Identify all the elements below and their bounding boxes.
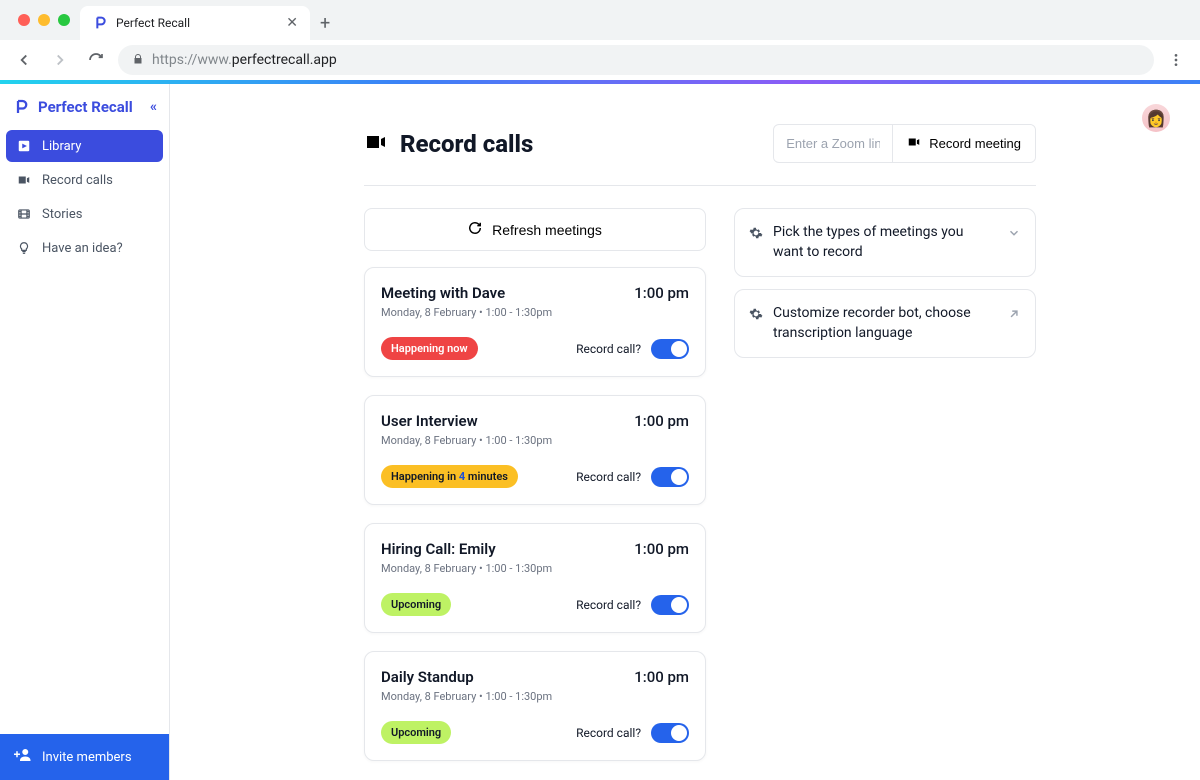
camera-icon — [16, 172, 32, 188]
page-title: Record calls — [400, 130, 533, 158]
status-badge: Happening in 4 minutes — [381, 465, 518, 488]
meeting-title: Meeting with Dave — [381, 284, 552, 302]
new-tab-button[interactable]: + — [310, 6, 340, 40]
invite-members-button[interactable]: Invite members — [0, 734, 169, 780]
page-title-wrap: Record calls — [364, 130, 533, 158]
meeting-time: 1:00 pm — [634, 284, 689, 302]
sidebar-item-label: Have an idea? — [42, 241, 123, 256]
status-badge: Upcoming — [381, 721, 451, 744]
back-button[interactable] — [10, 46, 38, 74]
window-controls — [8, 0, 80, 40]
tab-bar: Perfect Recall ✕ + — [0, 0, 1200, 40]
sidebar-item-library[interactable]: Library — [6, 130, 163, 162]
meeting-card: Meeting with Dave Monday, 8 February • 1… — [364, 267, 706, 377]
record-toggle[interactable] — [651, 723, 689, 743]
collapse-sidebar-icon[interactable]: « — [150, 99, 157, 115]
brand-name: Perfect Recall — [38, 98, 133, 116]
meeting-subtitle: Monday, 8 February • 1:00 - 1:30pm — [381, 562, 552, 575]
gear-icon — [749, 225, 763, 244]
brand-logo[interactable]: Perfect Recall — [12, 98, 133, 116]
refresh-meetings-button[interactable]: Refresh meetings — [364, 208, 706, 251]
record-meeting-label: Record meeting — [929, 136, 1021, 151]
meeting-card: Daily Standup Monday, 8 February • 1:00 … — [364, 651, 706, 761]
settings-meeting-types[interactable]: Pick the types of meetings you want to r… — [734, 208, 1036, 277]
sidebar-item-label: Stories — [42, 207, 82, 222]
page-header: Record calls Record meeting — [364, 124, 1036, 186]
meeting-time: 1:00 pm — [634, 668, 689, 686]
sidebar-item-record-calls[interactable]: Record calls — [6, 164, 163, 196]
favicon-icon — [92, 15, 108, 31]
forward-button[interactable] — [46, 46, 74, 74]
meeting-title: User Interview — [381, 412, 552, 430]
meeting-card: Hiring Call: Emily Monday, 8 February • … — [364, 523, 706, 633]
lightbulb-icon — [16, 240, 32, 256]
settings-column: Pick the types of meetings you want to r… — [734, 208, 1036, 358]
sidebar-item-idea[interactable]: Have an idea? — [6, 232, 163, 264]
meeting-title: Hiring Call: Emily — [381, 540, 552, 558]
refresh-icon — [468, 221, 482, 238]
gear-icon — [749, 306, 763, 325]
tab-title: Perfect Recall — [116, 16, 278, 30]
meeting-subtitle: Monday, 8 February • 1:00 - 1:30pm — [381, 434, 552, 447]
status-badge: Happening now — [381, 337, 478, 360]
user-avatar[interactable]: 👩 — [1142, 104, 1170, 132]
main-content: 👩 Record calls Record meeting — [170, 84, 1200, 780]
meeting-subtitle: Monday, 8 February • 1:00 - 1:30pm — [381, 690, 552, 703]
meeting-card: User Interview Monday, 8 February • 1:00… — [364, 395, 706, 505]
film-icon — [16, 206, 32, 222]
sidebar-header: Perfect Recall « — [6, 98, 163, 130]
minimize-window-icon[interactable] — [38, 14, 50, 26]
meeting-subtitle: Monday, 8 February • 1:00 - 1:30pm — [381, 306, 552, 319]
app-container: Perfect Recall « Library Record calls — [0, 84, 1200, 780]
meeting-time: 1:00 pm — [634, 540, 689, 558]
invite-icon — [14, 746, 32, 768]
close-tab-icon[interactable]: ✕ — [286, 15, 298, 31]
sidebar-item-label: Record calls — [42, 173, 113, 188]
reload-button[interactable] — [82, 46, 110, 74]
record-call-label: Record call? — [576, 342, 641, 356]
invite-label: Invite members — [42, 750, 132, 765]
record-toggle[interactable] — [651, 595, 689, 615]
browser-toolbar: https://www.perfectrecall.app — [0, 40, 1200, 80]
refresh-label: Refresh meetings — [492, 222, 602, 238]
sidebar-item-stories[interactable]: Stories — [6, 198, 163, 230]
lock-icon — [132, 53, 144, 68]
meeting-time: 1:00 pm — [634, 412, 689, 430]
record-call-label: Record call? — [576, 598, 641, 612]
setting-text: Pick the types of meetings you want to r… — [773, 223, 997, 262]
external-link-icon — [1007, 306, 1021, 325]
meeting-title: Daily Standup — [381, 668, 552, 686]
sidebar: Perfect Recall « Library Record calls — [0, 84, 170, 780]
status-badge: Upcoming — [381, 593, 451, 616]
url-text: https://www.perfectrecall.app — [152, 52, 337, 68]
close-window-icon[interactable] — [18, 14, 30, 26]
meetings-column: Refresh meetings Meeting with Dave Monda… — [364, 208, 706, 779]
logo-icon — [12, 98, 30, 116]
library-icon — [16, 138, 32, 154]
record-toggle[interactable] — [651, 339, 689, 359]
zoom-link-input[interactable] — [774, 126, 892, 161]
maximize-window-icon[interactable] — [58, 14, 70, 26]
content-wrapper: Record calls Record meeting — [364, 124, 1036, 779]
record-toggle[interactable] — [651, 467, 689, 487]
setting-text: Customize recorder bot, choose transcrip… — [773, 304, 997, 343]
record-call-label: Record call? — [576, 726, 641, 740]
camera-icon — [364, 130, 388, 158]
sidebar-nav: Library Record calls Stories Have an ide… — [6, 130, 163, 264]
browser-tab[interactable]: Perfect Recall ✕ — [80, 6, 310, 40]
camera-icon — [907, 135, 921, 152]
browser-menu-icon[interactable] — [1162, 46, 1190, 74]
columns: Refresh meetings Meeting with Dave Monda… — [364, 208, 1036, 779]
address-bar[interactable]: https://www.perfectrecall.app — [118, 45, 1154, 75]
record-call-label: Record call? — [576, 470, 641, 484]
record-meeting-button[interactable]: Record meeting — [892, 125, 1035, 162]
sidebar-item-label: Library — [42, 139, 81, 154]
settings-recorder-bot[interactable]: Customize recorder bot, choose transcrip… — [734, 289, 1036, 358]
chevron-down-icon — [1007, 225, 1021, 244]
browser-chrome: Perfect Recall ✕ + https://www.perfectre… — [0, 0, 1200, 80]
header-actions: Record meeting — [773, 124, 1036, 163]
